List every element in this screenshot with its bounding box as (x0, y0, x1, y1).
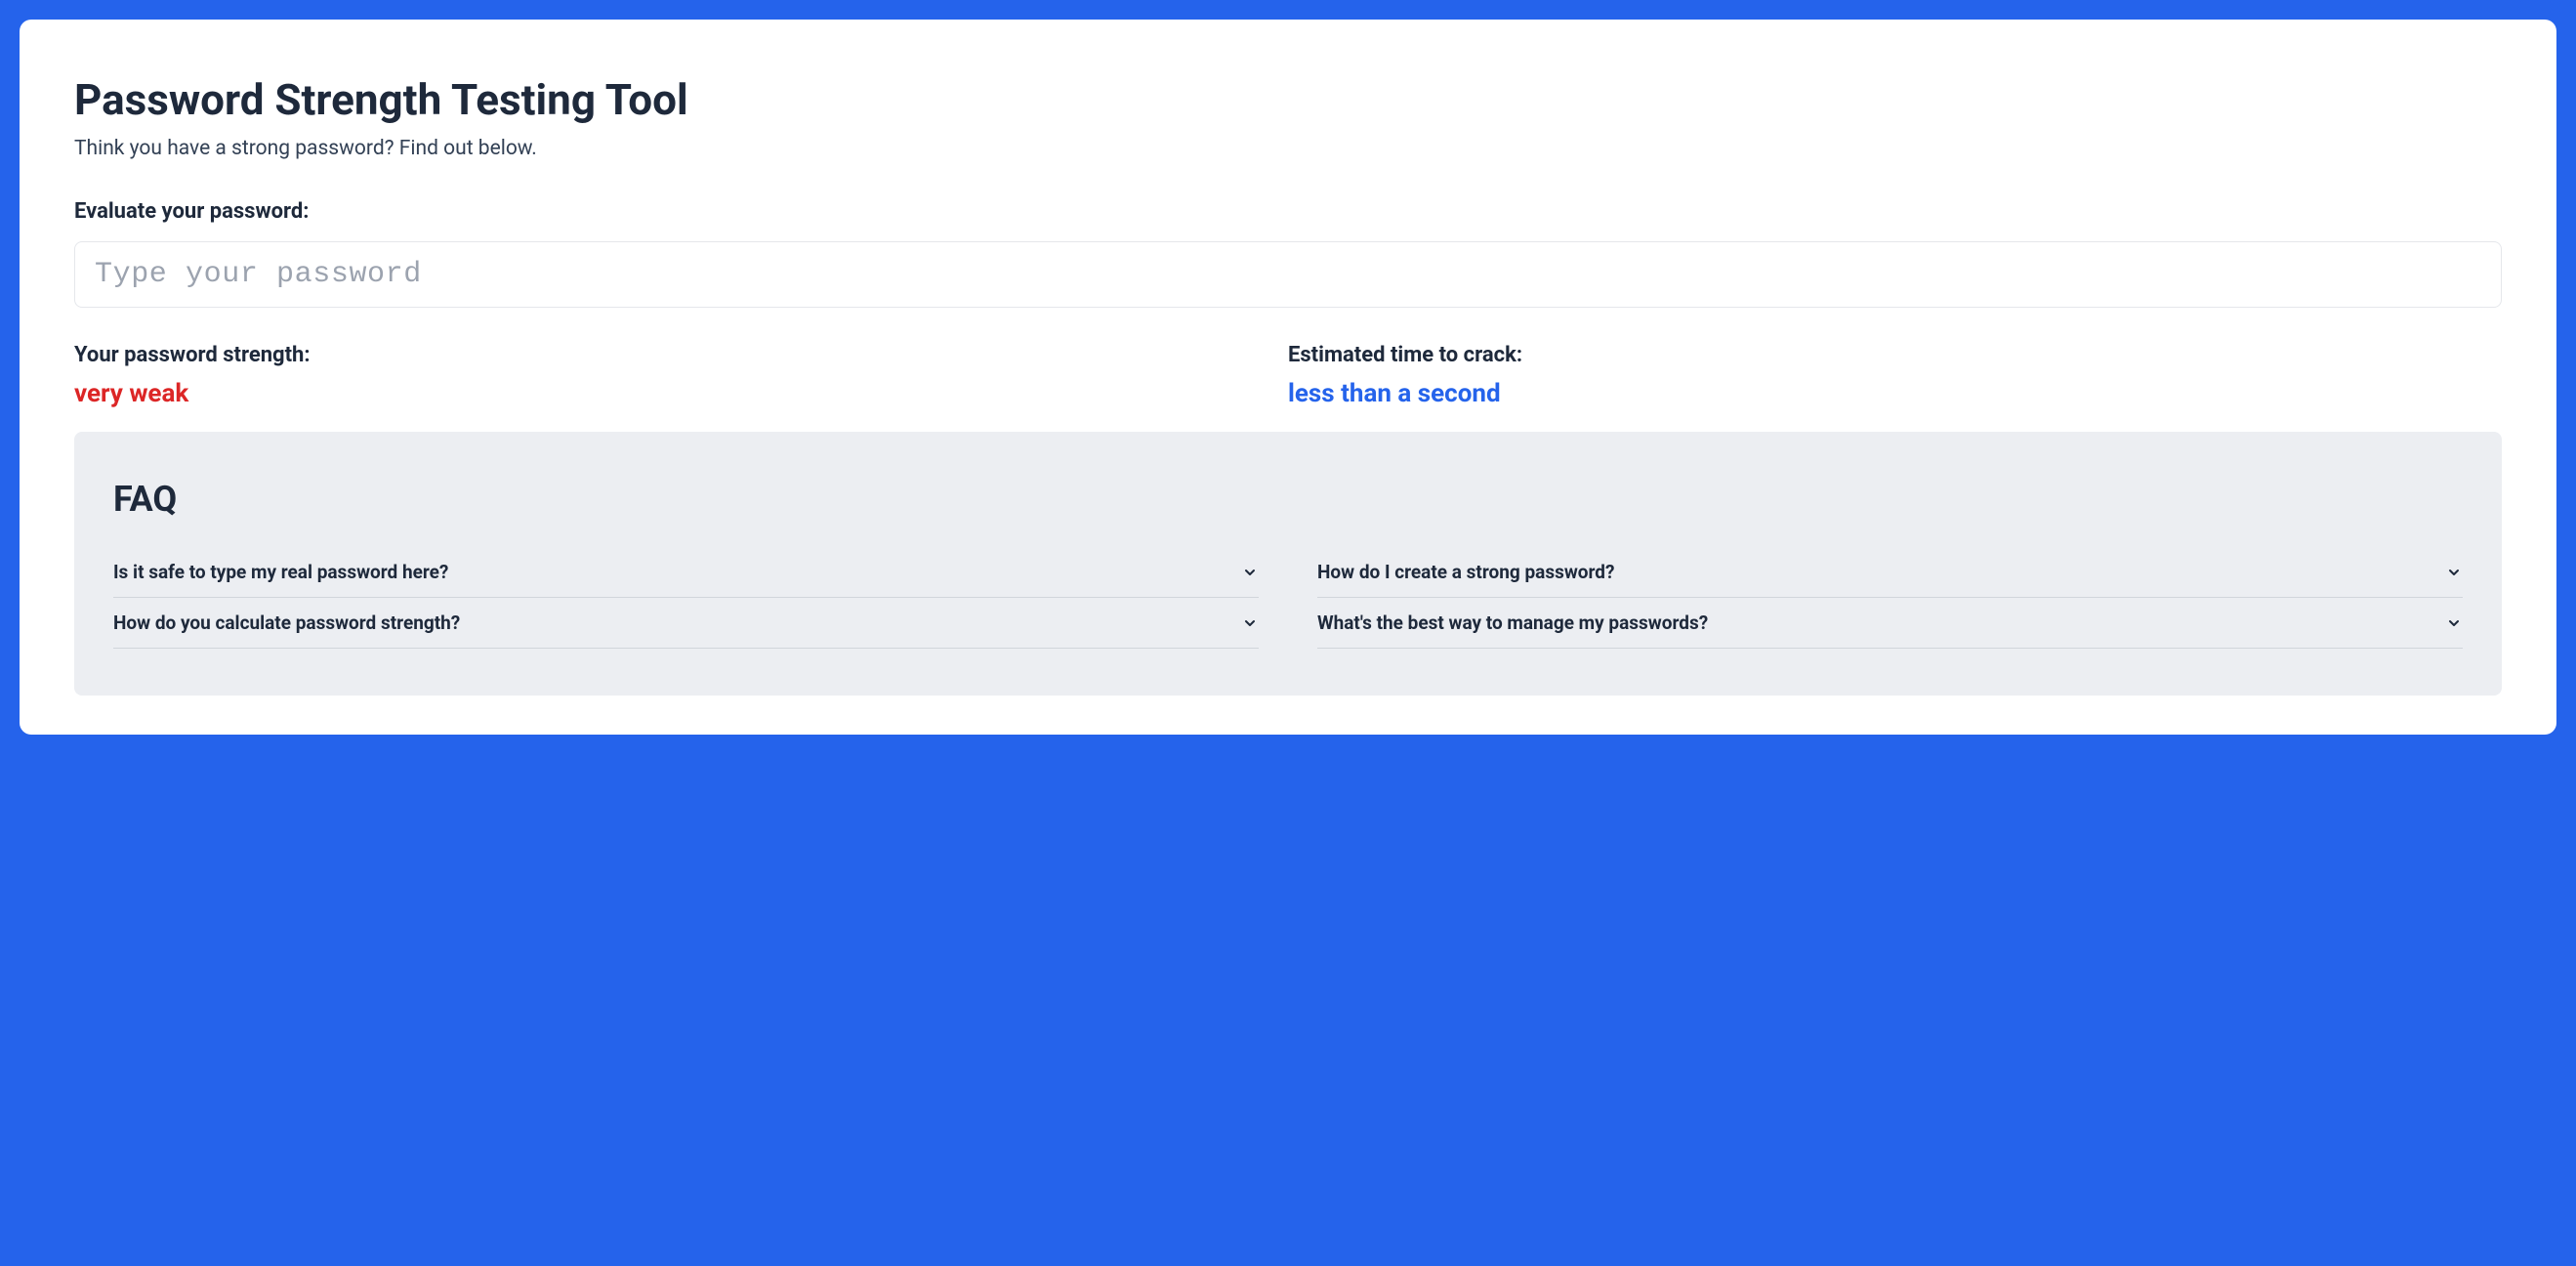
crack-label: Estimated time to crack: (1288, 343, 2502, 367)
chevron-down-icon (2445, 614, 2463, 632)
chevron-down-icon (2445, 564, 2463, 581)
page-subtitle: Think you have a strong password? Find o… (74, 137, 2502, 160)
crack-value: less than a second (1288, 379, 2502, 408)
chevron-down-icon (1241, 614, 1259, 632)
faq-item-calculate[interactable]: How do you calculate password strength? (113, 598, 1259, 649)
faq-question: How do I create a strong password? (1317, 561, 1614, 583)
faq-question: Is it safe to type my real password here… (113, 561, 448, 583)
results-row: Your password strength: very weak Estima… (74, 343, 2502, 408)
faq-item-safe[interactable]: Is it safe to type my real password here… (113, 547, 1259, 598)
faq-columns: Is it safe to type my real password here… (113, 547, 2463, 649)
faq-question: How do you calculate password strength? (113, 612, 460, 634)
page-title: Password Strength Testing Tool (74, 74, 2502, 125)
strength-column: Your password strength: very weak (74, 343, 1288, 408)
faq-left-column: Is it safe to type my real password here… (113, 547, 1259, 649)
strength-label: Your password strength: (74, 343, 1288, 367)
faq-item-manage[interactable]: What's the best way to manage my passwor… (1317, 598, 2463, 649)
chevron-down-icon (1241, 564, 1259, 581)
evaluate-label: Evaluate your password: (74, 199, 2502, 224)
faq-right-column: How do I create a strong password? What'… (1317, 547, 2463, 649)
faq-item-create[interactable]: How do I create a strong password? (1317, 547, 2463, 598)
faq-title: FAQ (113, 479, 2463, 520)
password-input[interactable] (74, 241, 2502, 308)
crack-column: Estimated time to crack: less than a sec… (1288, 343, 2502, 408)
main-container: Password Strength Testing Tool Think you… (20, 20, 2556, 735)
faq-question: What's the best way to manage my passwor… (1317, 612, 1708, 634)
faq-section: FAQ Is it safe to type my real password … (74, 432, 2502, 696)
strength-value: very weak (74, 379, 1288, 408)
